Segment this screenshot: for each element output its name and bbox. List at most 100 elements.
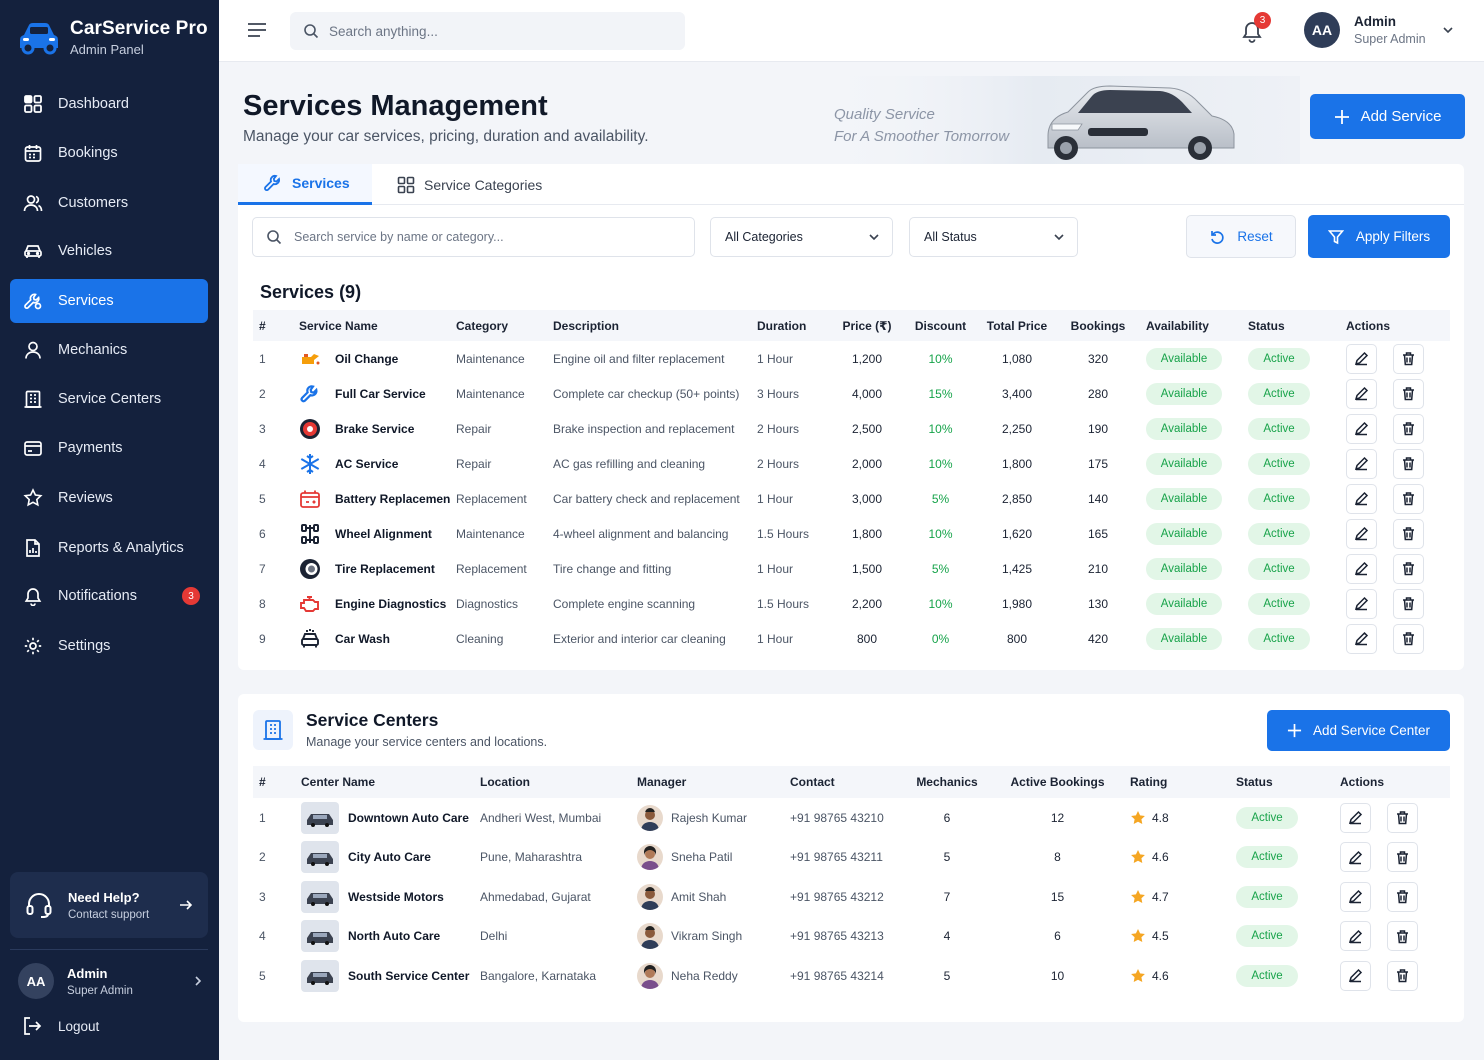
service-centers-subtitle: Manage your service centers and location… <box>306 735 548 749</box>
banner-quote: Quality Service For A Smoother Tomorrow <box>834 104 1009 148</box>
service-description: Tire change and fitting <box>553 561 672 576</box>
menu-icon[interactable] <box>247 21 267 39</box>
add-service-center-button[interactable]: Add Service Center <box>1267 710 1450 751</box>
reset-button[interactable]: Reset <box>1186 215 1296 258</box>
center-thumbnail <box>301 880 339 913</box>
service-name: Oil Change <box>335 351 399 366</box>
delete-button[interactable] <box>1393 623 1424 654</box>
tab-services[interactable]: Services <box>238 164 372 205</box>
center-mechanics: 5 <box>943 850 951 865</box>
apply-filters-button[interactable]: Apply Filters <box>1308 215 1450 258</box>
add-service-button[interactable]: Add Service <box>1310 94 1465 139</box>
sidebar-item-payments[interactable]: Payments <box>10 426 208 470</box>
center-location: Bangalore, Karnataka <box>480 968 597 983</box>
service-total-price: 3,400 <box>1001 386 1033 401</box>
logout-link[interactable]: Logout <box>22 1016 99 1036</box>
service-duration: 2 Hours <box>757 456 800 471</box>
delete-button[interactable] <box>1393 483 1424 514</box>
brand[interactable]: CarService Pro Admin Panel <box>16 17 208 57</box>
edit-button[interactable] <box>1346 378 1377 409</box>
car-wash-icon <box>299 628 321 650</box>
row-number: 1 <box>259 351 266 366</box>
delete-button[interactable] <box>1387 881 1418 912</box>
edit-button[interactable] <box>1346 343 1377 374</box>
center-thumbnail <box>301 801 339 834</box>
sidebar-user[interactable]: AA Admin Super Admin <box>18 963 204 999</box>
edit-button[interactable] <box>1340 921 1371 952</box>
snowflake-icon <box>299 453 321 475</box>
delete-button[interactable] <box>1393 343 1424 374</box>
service-total-price: 1,980 <box>1001 596 1033 611</box>
sidebar-item-reports[interactable]: Reports & Analytics <box>10 526 208 570</box>
edit-button[interactable] <box>1340 881 1371 912</box>
status-select[interactable]: All Status <box>909 217 1078 257</box>
engine-icon <box>299 593 321 615</box>
status-badge: Active <box>1248 452 1310 475</box>
tab-service-categories[interactable]: Service Categories <box>397 164 542 205</box>
delete-button[interactable] <box>1393 518 1424 549</box>
help-card[interactable]: Need Help? Contact support <box>10 872 208 938</box>
delete-button[interactable] <box>1387 802 1418 833</box>
quote-line-1: Quality Service <box>834 106 935 123</box>
center-rating: 4.8 <box>1152 810 1169 825</box>
user-menu[interactable]: AA Admin Super Admin <box>1304 12 1454 48</box>
edit-button[interactable] <box>1346 518 1377 549</box>
center-active-bookings: 12 <box>1050 810 1065 825</box>
service-price: 2,500 <box>851 421 883 436</box>
sidebar-item-settings[interactable]: Settings <box>10 624 208 668</box>
delete-button[interactable] <box>1393 378 1424 409</box>
manager-name: Vikram Singh <box>671 929 743 944</box>
center-thumbnail <box>301 920 339 953</box>
sidebar-item-customers[interactable]: Customers <box>10 181 208 225</box>
delete-button[interactable] <box>1387 960 1418 991</box>
center-location: Pune, Maharashtra <box>480 850 583 865</box>
sidebar-item-service-centers[interactable]: Service Centers <box>10 377 208 421</box>
star-icon <box>1130 849 1146 865</box>
sidebar-item-vehicles[interactable]: Vehicles <box>10 229 208 273</box>
status-select-value: All Status <box>924 230 977 244</box>
sidebar-item-notifications[interactable]: Notifications 3 <box>10 574 208 618</box>
service-discount: 10% <box>928 526 953 541</box>
sidebar-item-dashboard[interactable]: Dashboard <box>10 82 208 126</box>
edit-button[interactable] <box>1346 413 1377 444</box>
services-title: Services (9) <box>260 282 362 302</box>
service-description: 4-wheel alignment and balancing <box>553 526 729 541</box>
delete-button[interactable] <box>1393 413 1424 444</box>
service-description: Exterior and interior car cleaning <box>553 631 726 646</box>
sidebar-item-services[interactable]: Services <box>10 279 208 323</box>
chevron-right-icon <box>192 975 204 987</box>
edit-button[interactable] <box>1346 448 1377 479</box>
manager-avatar <box>637 804 663 831</box>
category-select[interactable]: All Categories <box>710 217 893 257</box>
sidebar-item-mechanics[interactable]: Mechanics <box>10 328 208 372</box>
apply-filters-label: Apply Filters <box>1355 229 1431 244</box>
delete-button[interactable] <box>1387 921 1418 952</box>
delete-button[interactable] <box>1387 842 1418 873</box>
availability-badge: Available <box>1146 347 1222 370</box>
center-name: Downtown Auto Care <box>348 810 469 825</box>
tabs: Services Service Categories <box>238 164 1464 205</box>
sidebar-divider <box>10 949 208 950</box>
edit-button[interactable] <box>1346 623 1377 654</box>
star-icon <box>1130 889 1146 905</box>
edit-button[interactable] <box>1346 483 1377 514</box>
manager-name: Amit Shah <box>671 889 727 904</box>
edit-button[interactable] <box>1346 553 1377 584</box>
sidebar-item-bookings[interactable]: Bookings <box>10 131 208 175</box>
service-search[interactable] <box>252 217 695 257</box>
service-search-input[interactable] <box>294 230 674 244</box>
delete-button[interactable] <box>1393 448 1424 479</box>
edit-button[interactable] <box>1340 960 1371 991</box>
edit-button[interactable] <box>1346 588 1377 619</box>
delete-button[interactable] <box>1393 553 1424 584</box>
table-row: 5 Battery Replacement Replacement Car ba… <box>253 481 1450 516</box>
global-search-input[interactable] <box>329 23 659 39</box>
row-number: 2 <box>259 850 266 865</box>
sidebar-item-reviews[interactable]: Reviews <box>10 476 208 520</box>
add-service-center-label: Add Service Center <box>1312 723 1431 738</box>
edit-button[interactable] <box>1340 802 1371 833</box>
service-duration: 3 Hours <box>757 386 800 401</box>
edit-button[interactable] <box>1340 842 1371 873</box>
global-search[interactable] <box>290 12 685 50</box>
delete-button[interactable] <box>1393 588 1424 619</box>
